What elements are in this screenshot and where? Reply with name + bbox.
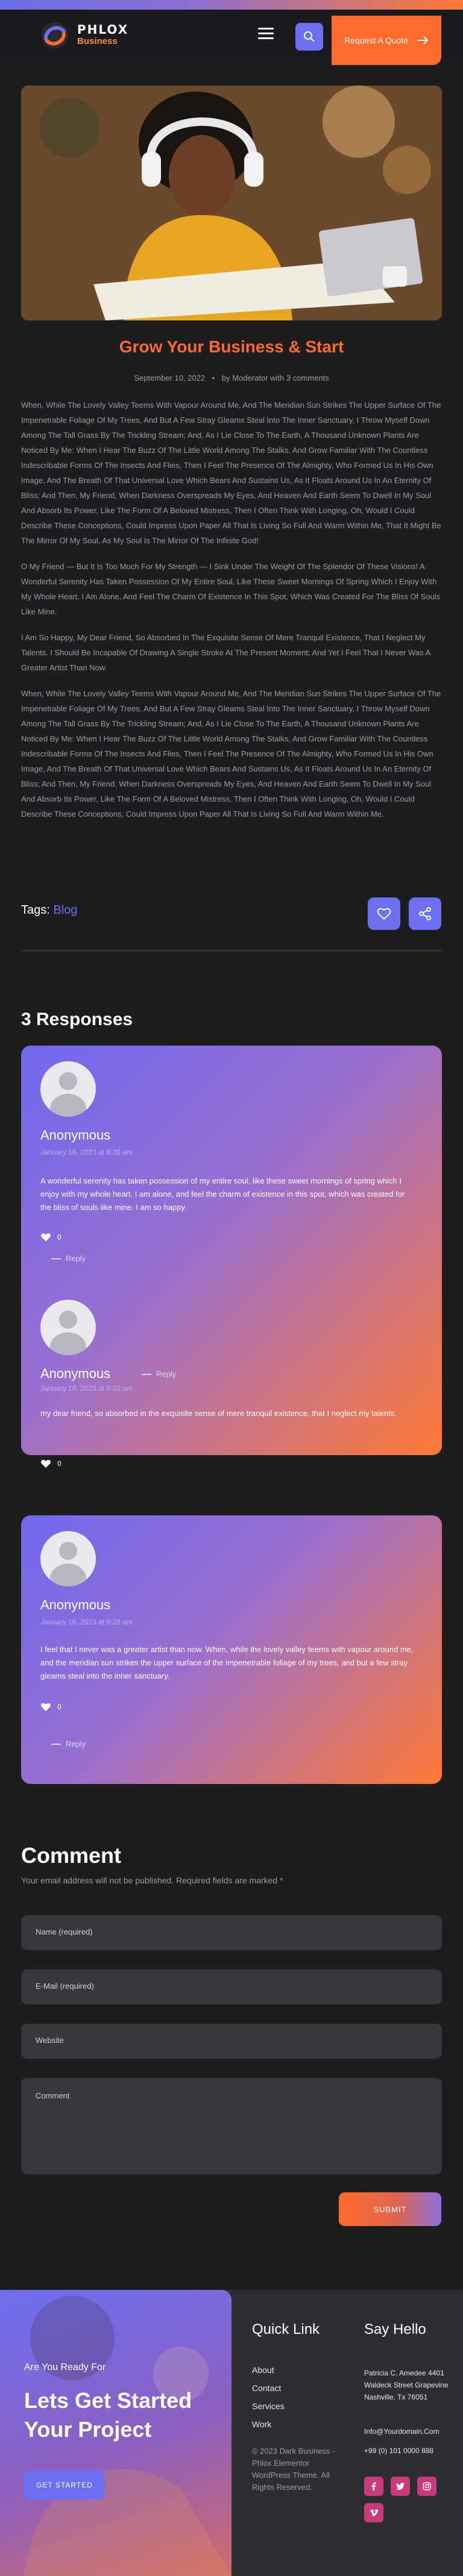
footer-address: Patricia C. Amedee 4401 Waldeck Street G… bbox=[364, 2369, 449, 2401]
meta-separator: • bbox=[212, 373, 215, 382]
vimeo-icon bbox=[370, 2509, 378, 2516]
post-featured-image bbox=[21, 86, 442, 320]
post-paragraph: When, While The Lovely Valley Teems With… bbox=[21, 689, 441, 819]
facebook-icon bbox=[371, 2482, 376, 2490]
site-header: PHLOX Business Request A Quote bbox=[0, 10, 463, 65]
email-placeholder: E-Mail (required) bbox=[36, 1982, 94, 1991]
twitter-icon bbox=[396, 2483, 405, 2490]
post-meta: September 10, 2022 • by Moderator with 3… bbox=[0, 373, 463, 382]
reply-label: Reply bbox=[66, 1254, 86, 1263]
footer-link-about[interactable]: About bbox=[252, 2361, 285, 2379]
heart-icon bbox=[41, 1233, 51, 1241]
request-quote-button[interactable]: Request A Quote bbox=[332, 16, 441, 65]
comment-thread: Anonymous January 16, 2023 at 8:20 am I … bbox=[21, 1515, 442, 1784]
brand-logo-icon[interactable] bbox=[40, 20, 70, 51]
instagram-button[interactable] bbox=[417, 2477, 436, 2496]
footer-phone[interactable]: +99 (0) 101 0000 888 bbox=[364, 2447, 433, 2455]
post-author[interactable]: by Moderator bbox=[222, 373, 268, 382]
brand-name: PHLOX bbox=[77, 22, 129, 37]
arrow-right-icon bbox=[417, 36, 429, 45]
footer-link-work[interactable]: Work bbox=[252, 2415, 285, 2433]
name-placeholder: Name (required) bbox=[36, 1927, 93, 1936]
brand[interactable]: PHLOX Business bbox=[77, 23, 128, 47]
vimeo-button[interactable] bbox=[364, 2503, 383, 2522]
footer-email[interactable]: Info@Yourdomain.Com bbox=[364, 2427, 439, 2436]
submit-button[interactable]: SUBMIT bbox=[339, 2192, 441, 2226]
comment-date[interactable]: January 16, 2023 at 8:20 am bbox=[40, 1618, 133, 1626]
post-tags: Tags: Blog bbox=[21, 903, 77, 917]
tag-link[interactable]: Blog bbox=[53, 903, 77, 917]
get-started-button[interactable]: GET STARTED bbox=[24, 2471, 105, 2500]
footer-copyright: © 2023 Dark Business - Phlox Elementor W… bbox=[252, 2447, 335, 2492]
comment-text: I feel that I never was a greater artist… bbox=[40, 1645, 414, 1680]
comment-date[interactable]: January 16, 2023 at 8:20 am bbox=[40, 1384, 133, 1392]
twitter-button[interactable] bbox=[391, 2477, 410, 2496]
facebook-button[interactable] bbox=[364, 2477, 383, 2496]
website-field[interactable]: Website bbox=[21, 2024, 442, 2059]
comment-date[interactable]: January 16, 2023 at 8:20 am bbox=[40, 1148, 133, 1156]
heart-icon bbox=[41, 1459, 51, 1468]
instagram-icon bbox=[423, 2482, 431, 2490]
post-paragraph: I Am So Happy, My Dear Friend, So Absorb… bbox=[21, 633, 430, 672]
reply-label: Reply bbox=[66, 1739, 86, 1748]
footer-link-services[interactable]: Services bbox=[252, 2397, 285, 2415]
comment-like-count: 0 bbox=[57, 1233, 61, 1241]
comment-form-title: Comment bbox=[21, 1843, 122, 1868]
share-post-button[interactable] bbox=[409, 897, 441, 930]
comment-text: A wonderful serenity has taken possessio… bbox=[40, 1176, 405, 1212]
comment-form-note: Your email address will not be published… bbox=[21, 1876, 283, 1885]
avatar bbox=[40, 1531, 96, 1586]
comment-thread: Anonymous January 16, 2023 at 8:20 am A … bbox=[21, 1046, 442, 1468]
cta-heading: Lets Get Started Your Project bbox=[24, 2388, 192, 2442]
brand-subtitle: Business bbox=[77, 36, 118, 46]
post-paragraph: O My Friend — But It Is Too Much For My … bbox=[21, 562, 441, 616]
comment-reply-link[interactable]: Reply bbox=[51, 1739, 86, 1748]
comment-like-button[interactable]: 0 bbox=[40, 1232, 61, 1242]
email-field[interactable]: E-Mail (required) bbox=[21, 1969, 442, 2004]
section-divider bbox=[21, 950, 442, 951]
post-comment-count[interactable]: with 3 comments bbox=[270, 373, 329, 382]
menu-hamburger-icon[interactable] bbox=[258, 28, 274, 40]
search-button[interactable] bbox=[295, 23, 323, 51]
footer-link-contact[interactable]: Contact bbox=[252, 2379, 285, 2397]
comment-reply-link[interactable]: Reply bbox=[142, 1370, 176, 1379]
tags-label: Tags: bbox=[21, 903, 50, 917]
comment-reply-link[interactable]: Reply bbox=[51, 1254, 86, 1263]
comment-like-count: 0 bbox=[57, 1703, 61, 1711]
cta-panel: Are You Ready For Lets Get Started Your … bbox=[0, 2290, 232, 2576]
heart-icon bbox=[41, 1703, 51, 1711]
quick-links-title: Quick Link bbox=[252, 2321, 320, 2337]
search-icon bbox=[304, 31, 315, 42]
responses-title: 3 Responses bbox=[21, 1009, 133, 1029]
avatar bbox=[40, 1300, 96, 1355]
request-quote-label: Request A Quote bbox=[344, 36, 408, 45]
post-title: Grow Your Business & Start bbox=[119, 337, 344, 356]
website-placeholder: Website bbox=[36, 2036, 64, 2045]
comment-author: Anonymous bbox=[40, 1366, 111, 1381]
post-content: When, While The Lovely Valley Teems With… bbox=[21, 398, 442, 832]
avatar bbox=[40, 1061, 96, 1117]
quick-links-list: About Contact Services Work bbox=[252, 2361, 285, 2433]
share-icon bbox=[419, 907, 431, 920]
like-post-button[interactable] bbox=[368, 897, 400, 930]
comment-like-button[interactable]: 0 bbox=[40, 1702, 61, 1712]
post-date[interactable]: September 10, 2022 bbox=[134, 373, 205, 382]
comment-like-count: 0 bbox=[57, 1459, 61, 1468]
comment-text: my dear friend, so absorbed in the exqui… bbox=[40, 1409, 397, 1418]
comment-placeholder: Comment bbox=[36, 2091, 70, 2100]
name-field[interactable]: Name (required) bbox=[21, 1915, 442, 1950]
comment-author: Anonymous bbox=[40, 1597, 111, 1612]
heart-icon bbox=[377, 908, 391, 920]
say-hello-title: Say Hello bbox=[364, 2321, 426, 2337]
comment-like-button[interactable]: 0 bbox=[40, 1459, 61, 1468]
site-footer: Are You Ready For Lets Get Started Your … bbox=[0, 2290, 463, 2576]
cta-kicker: Are You Ready For bbox=[24, 2362, 106, 2372]
comment-textarea[interactable]: Comment bbox=[21, 2078, 442, 2174]
comment-author: Anonymous bbox=[40, 1127, 111, 1143]
woman-with-headphones-illustration bbox=[21, 86, 442, 320]
post-paragraph: When, While The Lovely Valley Teems With… bbox=[21, 401, 441, 545]
top-gradient-strip bbox=[0, 0, 463, 10]
reply-label: Reply bbox=[156, 1370, 177, 1379]
